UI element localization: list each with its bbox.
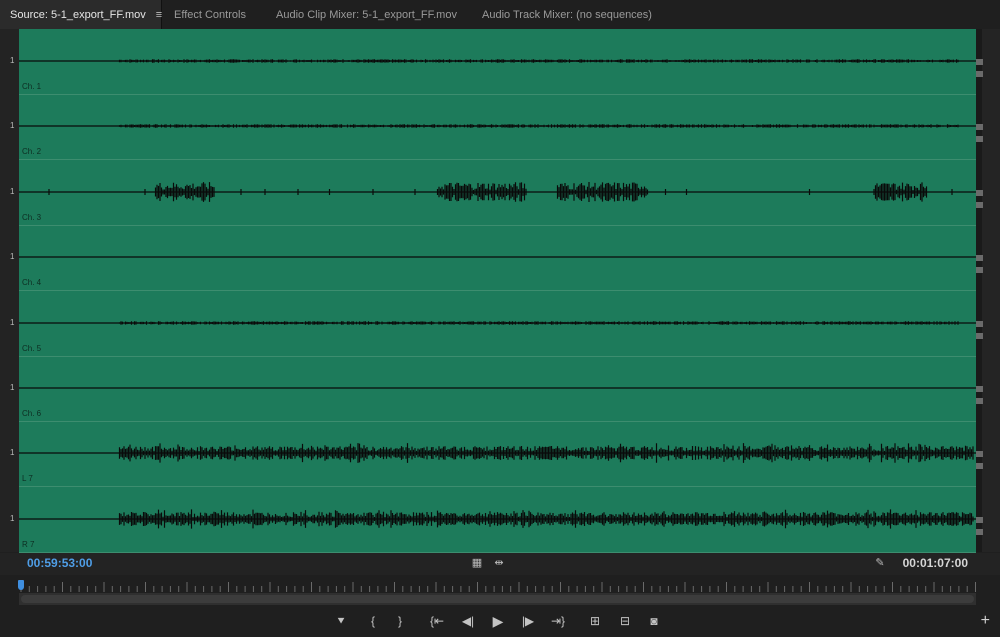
channel-waveform (19, 321, 976, 325)
channel-scale-mark: 1 (10, 514, 15, 523)
drag-audio-icon[interactable]: ⇹ (492, 556, 506, 570)
channel-scale-mark: 1 (10, 318, 15, 327)
step-forward-button[interactable]: |▶ (519, 612, 537, 630)
channel-scale-mark: 1 (10, 121, 15, 130)
insert-button[interactable]: ⊞ (586, 612, 604, 630)
channel-waveform (19, 182, 976, 202)
channel-divider (19, 290, 976, 291)
tab-source[interactable]: Source: 5-1_export_FF.mov ≡ (0, 0, 162, 30)
channel-level-tick (976, 451, 983, 457)
channel-level-tick (976, 255, 983, 261)
channel-divider (19, 421, 976, 422)
channel-level-tick (976, 202, 983, 208)
channel-level-tick (976, 386, 983, 392)
channel-label: Ch. 1 (22, 82, 42, 91)
mark-in-button[interactable]: { (364, 612, 382, 630)
channel-waveform (19, 256, 976, 258)
wrench-settings-icon[interactable]: ✎ (873, 556, 887, 570)
film-icon[interactable]: ▦ (470, 556, 484, 570)
go-to-out-button[interactable]: ⇥} (549, 612, 567, 630)
add-button-icon[interactable]: + (981, 612, 990, 630)
hamburger-menu-icon[interactable]: ≡ (156, 9, 162, 21)
channel-level-tick (976, 124, 983, 130)
channel-scale-mark: 1 (10, 56, 15, 65)
channel-waveform (19, 387, 976, 389)
add-marker-button[interactable]: ⯆ (332, 612, 350, 630)
channel-waveform (19, 443, 976, 463)
zoom-scroll-thumb[interactable] (21, 595, 974, 603)
channel-level-tick (976, 136, 983, 142)
channel-divider (19, 159, 976, 160)
play-button[interactable]: ▶ (489, 612, 507, 630)
tab-source-label: Source: 5-1_export_FF.mov (10, 9, 146, 21)
tab-audio-track-mixer[interactable]: Audio Track Mixer: (no sequences) (482, 0, 652, 30)
panel-right-edge (982, 29, 1000, 552)
tab-effect-controls[interactable]: Effect Controls (174, 0, 246, 30)
overwrite-button[interactable]: ⊟ (616, 612, 634, 630)
playhead-timecode[interactable]: 00:59:53:00 (27, 556, 92, 570)
channel-waveform (19, 509, 976, 529)
step-back-button[interactable]: ◀| (459, 612, 477, 630)
playhead-handle[interactable] (18, 580, 24, 590)
channel-scale-mark: 1 (10, 448, 15, 457)
mark-out-button[interactable]: } (391, 612, 409, 630)
channel-level-tick (976, 321, 983, 327)
channel-label: R 7 (22, 540, 35, 549)
channel-divider (19, 225, 976, 226)
channel-level-tick (976, 71, 983, 77)
channel-divider (19, 486, 976, 487)
channel-scale-mark: 1 (10, 252, 15, 261)
channel-level-tick (976, 463, 983, 469)
duration-timecode: 00:01:07:00 (902, 556, 968, 570)
channel-label: Ch. 4 (22, 278, 42, 287)
channel-label: L 7 (22, 474, 33, 483)
go-to-in-button[interactable]: {⇤ (428, 612, 446, 630)
channel-level-tick (976, 59, 983, 65)
channel-level-tick (976, 267, 983, 273)
channel-level-tick (976, 517, 983, 523)
channel-label: Ch. 2 (22, 147, 42, 156)
channel-label: Ch. 5 (22, 344, 42, 353)
amplitude-ruler (0, 29, 19, 552)
panel-tab-bar: Source: 5-1_export_FF.mov ≡ Effect Contro… (0, 0, 1000, 31)
export-frame-button[interactable]: ◙ (645, 612, 663, 630)
channel-level-tick (976, 398, 983, 404)
channel-scale-mark: 1 (10, 187, 15, 196)
channel-level-tick (976, 190, 983, 196)
zoom-scrollbar[interactable] (19, 593, 976, 605)
time-ruler[interactable] (19, 578, 976, 592)
channel-divider (19, 94, 976, 95)
channel-scale-mark: 1 (10, 383, 15, 392)
channel-label: Ch. 6 (22, 409, 42, 418)
channel-label: Ch. 3 (22, 213, 42, 222)
timecode-bar: 00:59:53:00 ▦ ⇹ ✎ 00:01:07:00 (0, 553, 1000, 575)
channel-waveform (19, 124, 976, 128)
channel-waveform (19, 59, 976, 63)
channel-divider (19, 356, 976, 357)
tab-audio-clip-mixer[interactable]: Audio Clip Mixer: 5-1_export_FF.mov (276, 0, 457, 30)
channel-level-tick (976, 333, 983, 339)
transport-controls: + ⯆ {} {⇤ ◀| ▶ |▶ ⇥} ⊞ ⊟ ◙ (0, 607, 1000, 637)
channel-level-tick (976, 529, 983, 535)
